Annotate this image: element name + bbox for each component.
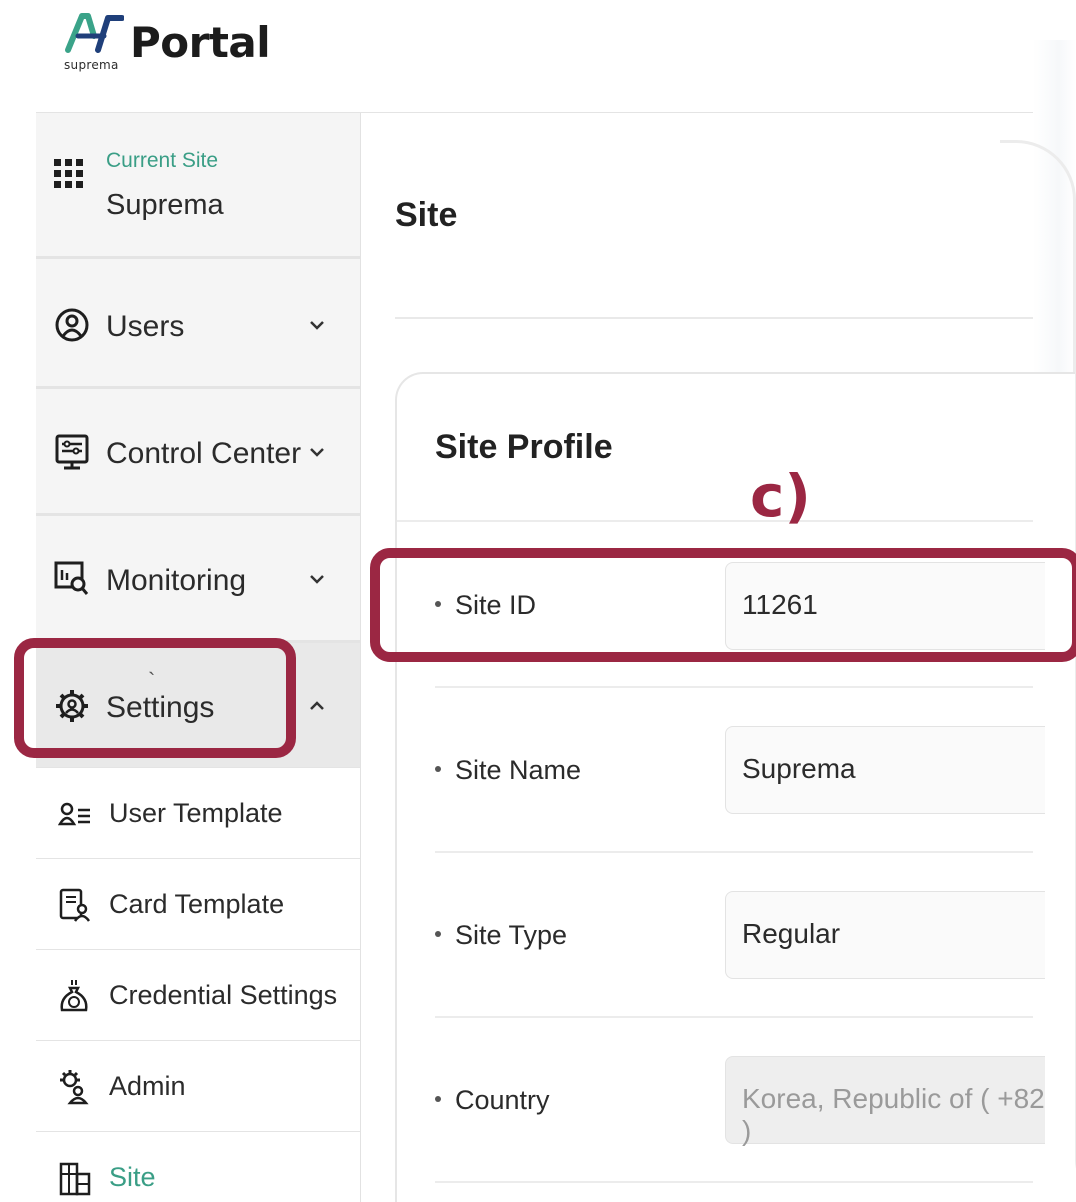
settings-highlight-box (14, 638, 296, 758)
credential-bag-icon (60, 980, 88, 1012)
row-divider (435, 1181, 1033, 1183)
row-divider (435, 851, 1033, 853)
sidebar-subitem-user-template[interactable]: User Template (36, 768, 360, 859)
field-label-text: Site Type (455, 920, 568, 950)
bullet-icon (435, 930, 441, 937)
sidebar-subitem-label: Card Template (109, 889, 285, 919)
sidebar-item-control-center[interactable]: Control Center (36, 389, 360, 516)
sidebar-subitem-credential-settings[interactable]: Credential Settings (36, 950, 360, 1041)
chevron-down-icon (310, 321, 324, 330)
user-circle-icon (55, 308, 89, 342)
portal-title: Portal (130, 18, 271, 67)
site-type-field[interactable]: Regular (725, 891, 1045, 979)
bullet-icon (435, 1095, 441, 1102)
chevron-up-icon (310, 701, 324, 710)
field-value: Suprema (742, 753, 856, 784)
title-divider (395, 317, 1033, 319)
chevron-down-icon (310, 448, 324, 457)
header: Portal suprema (0, 0, 1076, 112)
sidebar-subitem-label: User Template (109, 798, 283, 828)
card-title: Site Profile (435, 428, 613, 466)
af-logo-icon (65, 13, 124, 53)
grid-icon (54, 159, 83, 188)
row-divider (435, 1016, 1033, 1018)
card-header-divider (397, 520, 1033, 522)
suprema-logotype: suprema (64, 58, 119, 72)
annotation-label: c) (750, 462, 811, 530)
site-type-label: Site Type (435, 920, 567, 951)
card-template-icon (59, 888, 91, 922)
user-list-icon (58, 802, 90, 826)
control-panel-icon (55, 434, 89, 470)
sidebar-item-label: Control Center (106, 437, 302, 470)
building-icon (59, 1162, 91, 1196)
current-site-name: Suprema (106, 189, 224, 221)
chevron-down-icon (310, 575, 324, 584)
admin-gear-icon (60, 1070, 89, 1105)
sidebar-item-users[interactable]: Users (36, 262, 360, 389)
current-site-selector[interactable]: Current Site Suprema (36, 113, 360, 259)
row-divider (435, 686, 1033, 688)
site-name-label: Site Name (435, 755, 581, 786)
sidebar-item-label: Users (106, 310, 185, 343)
site-id-highlight-box (370, 548, 1076, 662)
field-label-text: Country (455, 1085, 550, 1115)
sidebar-item-label: Monitoring (106, 564, 247, 597)
bullet-icon (435, 765, 441, 772)
country-label: Country (435, 1085, 550, 1116)
sidebar-subitem-admin[interactable]: Admin (36, 1041, 360, 1132)
country-field: Korea, Republic of ( +82 ) (725, 1056, 1045, 1146)
field-label-text: Site Name (455, 755, 582, 785)
field-value: Regular (742, 918, 841, 949)
sidebar-subitem-card-template[interactable]: Card Template (36, 859, 360, 950)
sidebar-item-monitoring[interactable]: Monitoring (36, 516, 360, 643)
field-value: Korea, Republic of ( +82 ) (742, 1083, 1045, 1146)
current-site-label: Current Site (106, 149, 219, 172)
monitor-search-icon (54, 561, 89, 595)
sidebar-subitem-site[interactable]: Site (36, 1132, 360, 1202)
page-title: Site (395, 196, 458, 234)
sidebar-subitem-label: Site (109, 1162, 156, 1192)
portal-logo[interactable]: Portal suprema (62, 8, 271, 78)
site-name-field[interactable]: Suprema (725, 726, 1045, 814)
sidebar-subitem-label: Credential Settings (109, 980, 338, 1010)
sidebar-subitem-label: Admin (109, 1071, 186, 1101)
